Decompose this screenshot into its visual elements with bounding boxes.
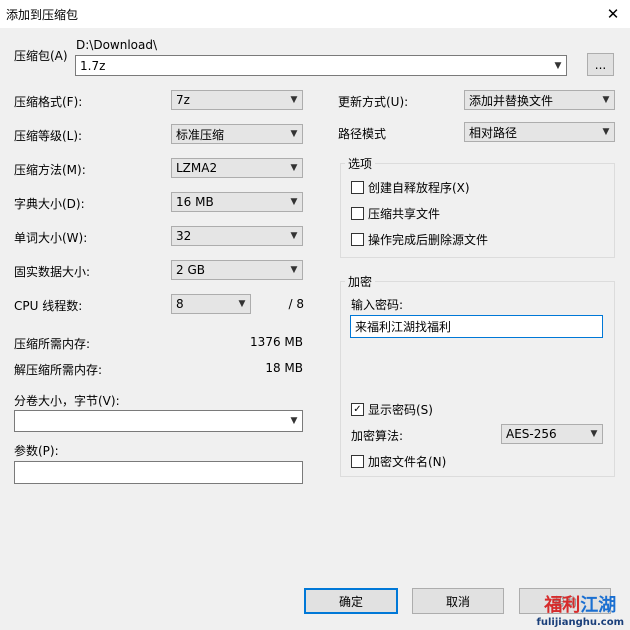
- browse-button[interactable]: ...: [587, 53, 614, 76]
- format-label: 压缩格式(F):: [14, 95, 83, 109]
- mem-compress-label: 压缩所需内存:: [14, 337, 91, 351]
- checkbox-box: [351, 233, 364, 246]
- method-select[interactable]: LZMA2 ▼: [171, 158, 303, 178]
- encryption-title: 加密: [345, 273, 376, 290]
- chevron-down-icon: ▼: [602, 95, 610, 105]
- chevron-down-icon: ▼: [554, 60, 562, 71]
- show-password-label: 显示密码(S): [368, 403, 433, 417]
- chevron-down-icon: ▼: [290, 265, 298, 275]
- checkbox-box: [351, 207, 364, 220]
- solid-select[interactable]: 2 GB ▼: [171, 260, 303, 280]
- archive-path: D:\Download\: [76, 38, 158, 52]
- method-value: LZMA2: [176, 161, 218, 175]
- chevron-down-icon: ▼: [290, 129, 298, 139]
- level-label: 压缩等级(L):: [14, 129, 83, 143]
- chevron-down-icon: ▼: [602, 127, 610, 137]
- format-value: 7z: [176, 93, 190, 107]
- add-to-archive-dialog: 添加到压缩包 ✕ 压缩包(A) D:\Download\ 1.7z ▼ ... …: [0, 0, 630, 630]
- threads-max: / 8: [288, 297, 305, 311]
- volume-label: 分卷大小，字节(V):: [14, 394, 120, 408]
- mem-decompress-value: 18 MB: [265, 361, 303, 375]
- solid-label: 固实数据大小:: [14, 265, 91, 279]
- encryption-method-label: 加密算法:: [351, 429, 404, 443]
- chevron-down-icon: ▼: [290, 197, 298, 207]
- cancel-button[interactable]: 取消: [412, 588, 504, 614]
- shared-files-checkbox[interactable]: 压缩共享文件: [351, 205, 440, 222]
- encrypt-names-checkbox[interactable]: 加密文件名(N): [351, 453, 446, 470]
- word-label: 单词大小(W):: [14, 231, 88, 245]
- dict-value: 16 MB: [176, 195, 214, 209]
- update-label: 更新方式(U):: [338, 95, 409, 109]
- encrypt-names-label: 加密文件名(N): [368, 455, 447, 469]
- params-label: 参数(P):: [14, 444, 59, 458]
- options-title: 选项: [345, 155, 376, 172]
- threads-value: 8: [176, 297, 184, 311]
- password-input[interactable]: 来福利江湖找福利: [350, 315, 603, 338]
- params-input[interactable]: [14, 461, 303, 484]
- chevron-down-icon: ▼: [238, 299, 246, 309]
- format-select[interactable]: 7z ▼: [171, 90, 303, 110]
- watermark-url: fulijianghu.com: [536, 617, 624, 628]
- chevron-down-icon: ▼: [290, 416, 298, 426]
- word-select[interactable]: 32 ▼: [171, 226, 303, 246]
- show-password-checkbox[interactable]: ✓ 显示密码(S): [351, 401, 433, 418]
- chevron-down-icon: ▼: [590, 429, 598, 439]
- sfx-label: 创建自释放程序(X): [368, 181, 470, 195]
- update-value: 添加并替换文件: [469, 93, 554, 108]
- level-value: 标准压缩: [176, 127, 225, 142]
- level-select[interactable]: 标准压缩 ▼: [171, 124, 303, 144]
- method-label: 压缩方法(M):: [14, 163, 86, 177]
- archive-filename-combo[interactable]: 1.7z ▼: [75, 55, 567, 76]
- archive-label: 压缩包(A): [14, 49, 68, 63]
- watermark-logo: 福利江湖 fulijianghu.com: [537, 591, 624, 628]
- threads-select[interactable]: 8 ▼: [171, 294, 251, 314]
- dict-label: 字典大小(D):: [14, 197, 85, 211]
- mem-decompress-label: 解压缩所需内存:: [14, 363, 103, 377]
- path-mode-value: 相对路径: [469, 125, 518, 140]
- checkbox-box: [351, 181, 364, 194]
- encryption-method-select[interactable]: AES-256 ▼: [501, 424, 603, 444]
- check-icon: ✓: [351, 403, 364, 416]
- threads-label: CPU 线程数:: [14, 299, 83, 313]
- chevron-down-icon: ▼: [290, 163, 298, 173]
- chevron-down-icon: ▼: [290, 95, 298, 105]
- window-title: 添加到压缩包: [6, 8, 79, 22]
- watermark-text-blue: 江湖: [580, 595, 617, 616]
- chevron-down-icon: ▼: [290, 231, 298, 241]
- close-icon[interactable]: ✕: [596, 0, 630, 28]
- dict-select[interactable]: 16 MB ▼: [171, 192, 303, 212]
- mem-compress-value: 1376 MB: [250, 335, 303, 349]
- title-bar: 添加到压缩包 ✕: [0, 0, 630, 28]
- volume-combo[interactable]: ▼: [14, 410, 303, 432]
- delete-after-checkbox[interactable]: 操作完成后删除源文件: [351, 231, 488, 248]
- archive-filename: 1.7z: [80, 58, 106, 73]
- path-mode-label: 路径模式: [338, 127, 387, 141]
- delete-after-label: 操作完成后删除源文件: [368, 233, 489, 247]
- path-mode-select[interactable]: 相对路径 ▼: [464, 122, 615, 142]
- update-select[interactable]: 添加并替换文件 ▼: [464, 90, 615, 110]
- shared-files-label: 压缩共享文件: [368, 207, 441, 221]
- encryption-method-value: AES-256: [506, 427, 557, 441]
- sfx-checkbox[interactable]: 创建自释放程序(X): [351, 179, 470, 196]
- ok-button[interactable]: 确定: [304, 588, 398, 614]
- watermark-text-red: 福利: [544, 595, 581, 616]
- password-label: 输入密码:: [351, 298, 404, 312]
- word-value: 32: [176, 229, 192, 243]
- solid-value: 2 GB: [176, 263, 205, 277]
- checkbox-box: [351, 455, 364, 468]
